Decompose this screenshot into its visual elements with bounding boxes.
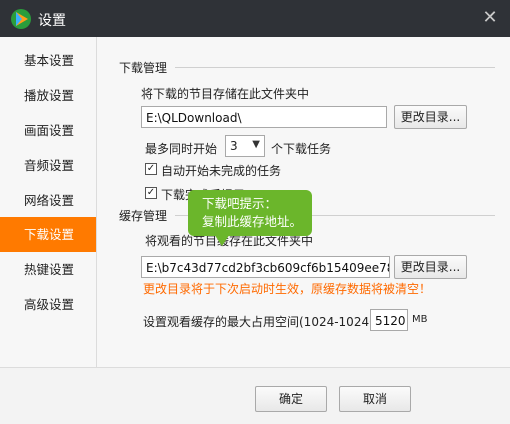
tooltip-line-2: 复制此缓存地址。 <box>202 214 303 229</box>
close-icon[interactable]: ✕ <box>480 8 500 28</box>
sidebar-item-basic[interactable]: 基本设置 <box>0 43 96 78</box>
download-section-divider <box>175 67 495 68</box>
auto-start-checkbox[interactable]: ✓ <box>145 163 157 175</box>
cache-address-tooltip: 下载吧提示： 复制此缓存地址。 <box>188 190 312 246</box>
cache-path-input[interactable]: E:\b7c43d77cd2bf3cb609cf6b15409ee78\ <box>141 256 390 278</box>
ok-button[interactable]: 确定 <box>255 386 327 412</box>
download-folder-input[interactable]: E:\QLDownload\ <box>141 106 387 128</box>
title-bar: 设置 ✕ <box>0 0 510 37</box>
cache-max-input[interactable]: 5120 <box>370 309 408 331</box>
sidebar-item-audio[interactable]: 音频设置 <box>0 148 96 183</box>
settings-sidebar: 基本设置 播放设置 画面设置 音频设置 网络设置 下载设置 热键设置 高级设置 <box>0 37 97 367</box>
chevron-down-icon: ▼ <box>252 139 260 150</box>
cache-max-label: 设置观看缓存的最大占用空间(1024-10240) <box>143 315 382 329</box>
window-title: 设置 <box>38 13 66 29</box>
cancel-button[interactable]: 取消 <box>339 386 411 412</box>
tooltip-arrow <box>214 234 230 246</box>
sidebar-item-playback[interactable]: 播放设置 <box>0 78 96 113</box>
max-download-value: 3 <box>230 139 238 153</box>
download-folder-label: 将下载的节目存储在此文件夹中 <box>141 87 310 101</box>
max-download-suffix: 个下载任务 <box>271 142 332 156</box>
cache-warning-text: 更改目录将于下次启动时生效，原缓存数据将被清空！ <box>143 282 432 296</box>
max-download-prefix: 最多同时开始 <box>145 142 218 156</box>
dialog-footer: 确定 取消 <box>0 367 510 424</box>
sidebar-item-download[interactable]: 下载设置 <box>0 217 96 252</box>
sidebar-item-advanced[interactable]: 高级设置 <box>0 287 96 322</box>
cache-change-dir-button[interactable]: 更改目录... <box>394 255 467 279</box>
cache-max-unit: MB <box>412 314 428 325</box>
max-download-select[interactable]: 3 ▼ <box>225 135 265 157</box>
app-logo-icon <box>11 9 31 29</box>
tooltip-line-1: 下载吧提示： <box>202 196 278 211</box>
cache-section-title: 缓存管理 <box>119 209 168 223</box>
download-section-title: 下载管理 <box>119 61 168 75</box>
sidebar-item-network[interactable]: 网络设置 <box>0 183 96 218</box>
download-change-dir-button[interactable]: 更改目录... <box>394 105 467 129</box>
sidebar-item-display[interactable]: 画面设置 <box>0 113 96 148</box>
sidebar-item-hotkey[interactable]: 热键设置 <box>0 252 96 287</box>
notify-complete-checkbox[interactable]: ✓ <box>145 187 157 199</box>
auto-start-label: 自动开始未完成的任务 <box>161 164 282 178</box>
